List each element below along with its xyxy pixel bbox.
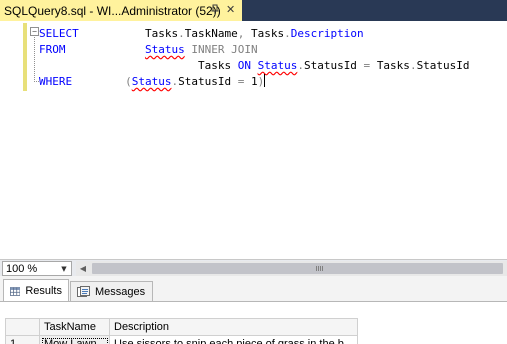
scrollbar-thumb[interactable] xyxy=(92,263,503,274)
identifier-keyword: Description xyxy=(290,27,364,40)
keyword-where: WHERE xyxy=(39,75,73,88)
row-number[interactable]: 1 xyxy=(5,335,40,344)
keyword-from: FROM xyxy=(39,43,66,56)
operator: = xyxy=(231,75,251,88)
code-line-1: SELECT Tasks.TaskName, Tasks.Description xyxy=(39,26,470,42)
identifier: Tasks xyxy=(197,59,238,72)
pin-icon[interactable] xyxy=(209,4,221,16)
identifier: StatusId xyxy=(416,59,470,72)
scroll-left-icon[interactable]: ◀ xyxy=(76,261,90,276)
collapse-outline-icon[interactable]: − xyxy=(30,27,39,36)
keyword-select: SELECT xyxy=(39,27,79,40)
results-pane: Results Messages TaskName Description 1 … xyxy=(0,276,507,344)
operator: . xyxy=(409,59,417,72)
table-row: 1 Mow Lawn Use sissors to snip each piec… xyxy=(5,335,359,344)
zoom-dropdown[interactable]: 100 % ▼ xyxy=(2,261,72,276)
query-editor[interactable]: − SELECT Tasks.TaskName, Tasks.Descripti… xyxy=(0,21,507,259)
operator: = xyxy=(356,59,377,72)
cell-taskname[interactable]: Mow Lawn xyxy=(39,335,110,344)
operator: ( xyxy=(125,75,132,88)
identifier: Tasks xyxy=(144,27,179,40)
messages-icon xyxy=(77,286,90,297)
identifier: StatusId xyxy=(178,75,232,88)
operator: ) xyxy=(257,75,265,88)
identifier-status: Status xyxy=(131,75,172,88)
code-line-4: WHERE (Status.StatusId = 1) xyxy=(39,74,470,90)
tab-messages[interactable]: Messages xyxy=(70,281,153,301)
row-number-header xyxy=(5,318,40,336)
results-tab-strip: Results Messages xyxy=(0,279,507,302)
identifier-status: Status xyxy=(257,59,298,72)
tab-results-label: Results xyxy=(25,285,62,297)
text-caret xyxy=(264,74,266,87)
identifier: Tasks xyxy=(376,59,410,72)
grid-icon xyxy=(10,286,21,296)
identifier-status: Status xyxy=(144,43,185,56)
code-line-3: Tasks ON Status.StatusId = Tasks.StatusI… xyxy=(39,58,470,74)
document-tab-title: SQLQuery8.sql - WI...Administrator (52)) xyxy=(4,3,221,18)
editor-status-strip: 100 % ▼ ◀ xyxy=(0,259,507,276)
outline-guide xyxy=(34,37,35,82)
operator: , xyxy=(237,27,251,40)
grid-header-row: TaskName Description xyxy=(5,318,359,336)
operator: . xyxy=(284,27,291,40)
column-header-description[interactable]: Description xyxy=(108,318,359,336)
zoom-value: 100 % xyxy=(6,262,38,275)
results-grid: TaskName Description 1 Mow Lawn Use siss… xyxy=(5,318,359,344)
identifier: TaskName xyxy=(184,27,238,40)
results-grid-area: TaskName Description 1 Mow Lawn Use siss… xyxy=(0,302,507,344)
tab-messages-label: Messages xyxy=(95,285,146,298)
sql-code[interactable]: SELECT Tasks.TaskName, Tasks.Description… xyxy=(39,26,470,90)
cell-description[interactable]: Use sissors to snip each piece of grass … xyxy=(108,335,359,344)
horizontal-scrollbar[interactable]: ◀ xyxy=(76,261,507,276)
scrollbar-grip xyxy=(316,266,324,271)
change-tracking-bar xyxy=(23,23,27,91)
chevron-down-icon[interactable]: ▼ xyxy=(57,262,71,275)
identifier: StatusId xyxy=(303,59,357,72)
column-header-taskname[interactable]: TaskName xyxy=(39,318,110,336)
operator-inner-join: INNER JOIN xyxy=(184,43,258,56)
operator: . xyxy=(178,27,185,40)
editor-margin xyxy=(0,21,23,259)
close-tab-icon[interactable]: ✕ xyxy=(226,3,235,17)
operator: . xyxy=(297,59,304,72)
identifier: Tasks xyxy=(250,27,285,40)
number-literal: 1 xyxy=(250,75,258,88)
keyword-on: ON xyxy=(237,59,251,72)
code-line-2: FROM Status INNER JOIN xyxy=(39,42,470,58)
tab-results[interactable]: Results xyxy=(3,279,69,302)
document-tab-bar: SQLQuery8.sql - WI...Administrator (52))… xyxy=(0,0,507,21)
document-tab[interactable]: SQLQuery8.sql - WI...Administrator (52))… xyxy=(0,0,242,21)
